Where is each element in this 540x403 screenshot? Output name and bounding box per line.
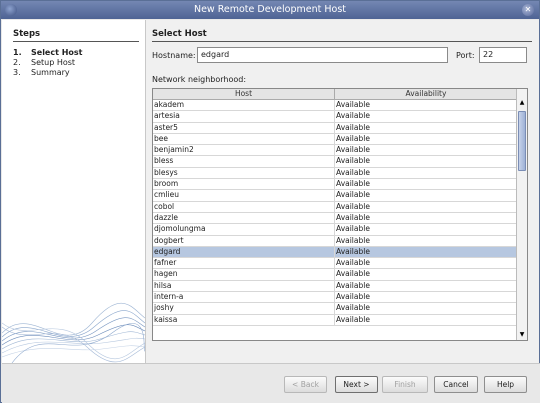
table-row[interactable]: cmlieu Available xyxy=(153,190,517,202)
availability-cell[interactable]: Available xyxy=(335,202,517,213)
step-number: 2. xyxy=(13,58,21,67)
step-number: 1. xyxy=(13,48,22,57)
host-cell[interactable]: cobol xyxy=(153,201,335,213)
host-cell[interactable]: aster5 xyxy=(153,122,335,134)
host-cell[interactable]: kaissa xyxy=(153,314,335,326)
table-row[interactable]: edgard Available xyxy=(153,246,517,259)
availability-cell[interactable]: Available xyxy=(335,134,517,146)
host-cell[interactable]: cmlieu xyxy=(153,190,335,202)
host-cell[interactable]: fafner xyxy=(153,258,335,270)
step-label: Setup Host xyxy=(31,58,76,67)
table-row[interactable]: joshy Available xyxy=(153,303,517,315)
select-host-panel: Select Host Hostname: edgard Port: 22 Ne… xyxy=(146,20,539,363)
availability-cell[interactable]: Available xyxy=(335,246,517,259)
host-cell[interactable]: akadem xyxy=(153,100,335,112)
button-bar: < Back Next > Finish Cancel Help xyxy=(2,364,540,403)
table-row[interactable]: hilsa Available xyxy=(153,280,517,293)
scroll-down-icon[interactable]: ▼ xyxy=(517,329,527,340)
availability-cell[interactable]: Available xyxy=(335,123,517,134)
title-bar[interactable]: New Remote Development Host ✕ xyxy=(1,1,539,19)
availability-cell[interactable]: Available xyxy=(335,156,517,168)
table-row[interactable]: blesys Available xyxy=(153,167,517,180)
availability-cell[interactable]: Available xyxy=(335,190,517,202)
host-cell[interactable]: edgard xyxy=(153,246,335,259)
steps-divider xyxy=(13,41,139,42)
table-row[interactable]: kaissa Available xyxy=(153,314,517,326)
host-cell[interactable]: hilsa xyxy=(153,280,335,293)
host-cell[interactable]: intern-a xyxy=(153,292,335,304)
table-row[interactable]: bee Available xyxy=(153,133,517,146)
table-row[interactable]: broom Available xyxy=(153,179,517,191)
column-header-availability[interactable]: Availability xyxy=(335,89,517,100)
availability-cell[interactable]: Available xyxy=(335,269,517,281)
table-row[interactable]: dogbert Available xyxy=(153,235,517,247)
steps-panel: Steps 1. Select Host 2. Setup Host 3. Summa… xyxy=(2,20,145,363)
availability-cell[interactable]: Available xyxy=(335,315,517,326)
next-button[interactable]: Next > xyxy=(335,376,378,393)
network-neighborhood-label: Network neighborhood: xyxy=(152,75,247,84)
window-title: New Remote Development Host xyxy=(193,4,347,15)
table-row[interactable]: benjamin2 Available xyxy=(153,145,517,157)
steps-title: Steps xyxy=(13,29,41,39)
host-table: Host Availability akadem Available artesia… xyxy=(152,88,528,341)
availability-cell[interactable]: Available xyxy=(335,281,517,293)
host-cell[interactable]: bee xyxy=(153,133,335,146)
availability-cell[interactable]: Available xyxy=(335,168,517,180)
table-header: Host Availability xyxy=(153,89,517,100)
table-body: akadem Available artesia Available aster5 Ava… xyxy=(153,100,517,326)
vertical-scrollbar[interactable]: ▲ ▼ xyxy=(516,89,527,340)
availability-cell[interactable]: Available xyxy=(335,236,517,247)
hostname-label: Hostname: xyxy=(152,51,196,60)
availability-cell[interactable]: Available xyxy=(335,145,517,157)
help-button[interactable]: Help xyxy=(484,376,527,393)
host-cell[interactable]: joshy xyxy=(153,303,335,315)
dialog-window: New Remote Development Host ✕ Steps 1. Se… xyxy=(0,0,540,403)
host-cell[interactable]: blesys xyxy=(153,167,335,180)
step-summary: 3. Summary xyxy=(13,68,70,77)
availability-cell[interactable]: Available xyxy=(335,303,517,315)
port-label: Port: xyxy=(456,51,475,60)
port-field[interactable]: 22 xyxy=(479,47,527,63)
step-number: 3. xyxy=(13,68,21,77)
host-cell[interactable]: hagen xyxy=(153,269,335,281)
scrollbar-thumb[interactable] xyxy=(518,111,526,171)
host-cell[interactable]: broom xyxy=(153,179,335,191)
host-cell[interactable]: dogbert xyxy=(153,235,335,247)
table-row[interactable]: aster5 Available xyxy=(153,122,517,134)
availability-cell[interactable]: Available xyxy=(335,100,517,112)
availability-cell[interactable]: Available xyxy=(335,224,517,236)
step-label: Select Host xyxy=(31,48,83,57)
table-row[interactable]: bless Available xyxy=(153,156,517,168)
back-button[interactable]: < Back xyxy=(284,376,327,393)
availability-cell[interactable]: Available xyxy=(335,292,517,304)
availability-cell[interactable]: Available xyxy=(335,179,517,191)
step-label: Summary xyxy=(31,68,70,77)
step-select-host: 1. Select Host xyxy=(13,48,82,57)
table-row[interactable]: artesia Available xyxy=(153,111,517,123)
column-header-host[interactable]: Host xyxy=(153,89,335,100)
step-setup-host: 2. Setup Host xyxy=(13,58,75,67)
host-cell[interactable]: artesia xyxy=(153,111,335,123)
table-row[interactable]: intern-a Available xyxy=(153,292,517,304)
panel-title: Select Host xyxy=(152,29,207,39)
availability-cell[interactable]: Available xyxy=(335,111,517,123)
host-cell[interactable]: djomolungma xyxy=(153,224,335,236)
close-icon[interactable]: ✕ xyxy=(522,4,534,16)
host-cell[interactable]: benjamin2 xyxy=(153,145,335,157)
cancel-button[interactable]: Cancel xyxy=(434,376,478,393)
hostname-field[interactable]: edgard xyxy=(197,47,448,63)
table-row[interactable]: akadem Available xyxy=(153,100,517,112)
table-row[interactable]: djomolungma Available xyxy=(153,224,517,236)
availability-cell[interactable]: Available xyxy=(335,258,517,270)
table-row[interactable]: cobol Available xyxy=(153,201,517,213)
wave-decoration xyxy=(2,302,145,363)
host-cell[interactable]: bless xyxy=(153,156,335,168)
table-row[interactable]: dazzle Available xyxy=(153,212,517,225)
panel-title-divider xyxy=(152,41,532,42)
availability-cell[interactable]: Available xyxy=(335,213,517,225)
finish-button[interactable]: Finish xyxy=(382,376,428,393)
table-row[interactable]: fafner Available xyxy=(153,258,517,270)
table-row[interactable]: hagen Available xyxy=(153,269,517,281)
host-cell[interactable]: dazzle xyxy=(153,212,335,225)
